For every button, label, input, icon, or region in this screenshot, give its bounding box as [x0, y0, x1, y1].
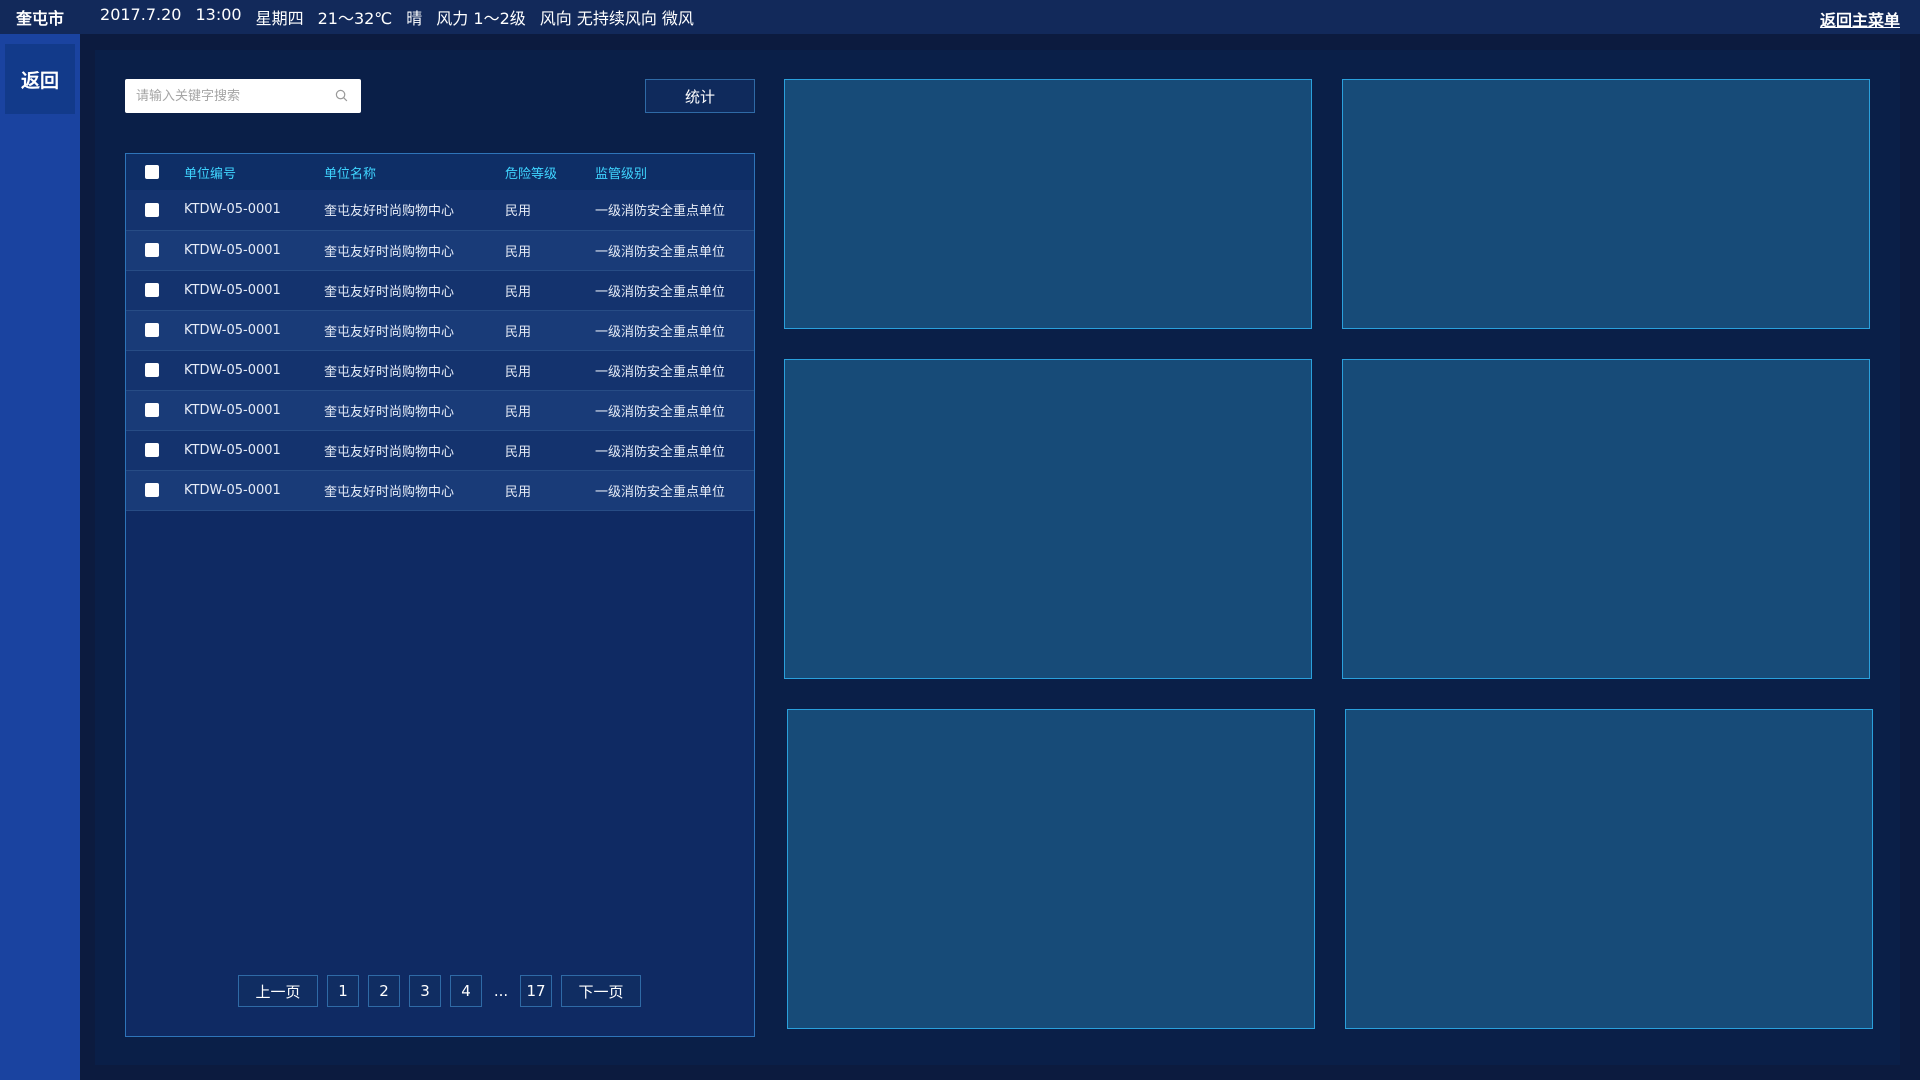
danger-level-cell: 民用	[505, 284, 532, 300]
next-page-button[interactable]: 下一页	[561, 975, 641, 1007]
table-row[interactable]: KTDW-05-0001 奎屯友好时尚购物中心 民用 一级消防安全重点单位	[126, 430, 754, 470]
statistics-button[interactable]: 统计	[645, 79, 755, 113]
search-icon[interactable]	[335, 89, 348, 102]
last-page-button[interactable]: 17	[520, 975, 552, 1007]
unit-name-cell: 奎屯友好时尚购物中心	[324, 404, 455, 420]
column-header-unit-id[interactable]: 单位编号	[184, 154, 324, 190]
video-panel-2[interactable]	[1342, 79, 1870, 329]
supervision-level-cell: 一级消防安全重点单位	[595, 404, 726, 420]
table-row[interactable]: KTDW-05-0001 奎屯友好时尚购物中心 民用 一级消防安全重点单位	[126, 350, 754, 390]
supervision-level-cell: 一级消防安全重点单位	[595, 484, 726, 500]
wind-force-text: 风力 1～2级	[436, 9, 526, 28]
unit-id-cell: KTDW-05-0001	[184, 482, 281, 498]
search-input[interactable]	[125, 79, 325, 113]
select-all-checkbox[interactable]	[145, 165, 159, 179]
danger-level-cell: 民用	[505, 484, 532, 500]
table-header-row: 单位编号 单位名称 危险等级 监管级别	[126, 154, 754, 190]
danger-level-cell: 民用	[505, 364, 532, 380]
row-checkbox[interactable]	[145, 363, 159, 377]
column-header-unit-name[interactable]: 单位名称	[324, 154, 505, 190]
column-header-danger-level[interactable]: 危险等级	[505, 154, 595, 190]
danger-level-cell: 民用	[505, 444, 532, 460]
unit-name-cell: 奎屯友好时尚购物中心	[324, 204, 455, 220]
row-checkbox[interactable]	[145, 283, 159, 297]
video-panel-6[interactable]	[1345, 709, 1873, 1029]
top-bar: 奎屯市 2017.7.20 13:00 星期四 21～32℃ 晴 风力 1～2级…	[0, 0, 1920, 34]
prev-page-button[interactable]: 上一页	[238, 975, 318, 1007]
danger-level-cell: 民用	[505, 324, 532, 340]
pagination: 上一页 1 2 3 4 ... 17 下一页	[238, 975, 650, 1007]
unit-name-cell: 奎屯友好时尚购物中心	[324, 484, 455, 500]
table-row[interactable]: KTDW-05-0001 奎屯友好时尚购物中心 民用 一级消防安全重点单位	[126, 270, 754, 310]
unit-name-cell: 奎屯友好时尚购物中心	[324, 364, 455, 380]
weekday-text: 星期四	[255, 9, 304, 28]
unit-name-cell: 奎屯友好时尚购物中心	[324, 324, 455, 340]
row-checkbox[interactable]	[145, 202, 159, 217]
time-text: 13:00	[195, 5, 242, 24]
row-checkbox[interactable]	[145, 243, 159, 257]
unit-id-cell: KTDW-05-0001	[184, 402, 281, 418]
back-main-menu-link[interactable]: 返回主菜单	[1820, 7, 1900, 31]
video-panel-3[interactable]	[784, 359, 1312, 679]
page-4-button[interactable]: 4	[450, 975, 482, 1007]
city-name: 奎屯市	[16, 9, 65, 28]
page-3-button[interactable]: 3	[409, 975, 441, 1007]
unit-id-cell: KTDW-05-0001	[184, 242, 281, 258]
unit-id-cell: KTDW-05-0001	[184, 202, 281, 218]
table-row[interactable]: KTDW-05-0001 奎屯友好时尚购物中心 民用 一级消防安全重点单位	[126, 230, 754, 270]
video-panel-4[interactable]	[1342, 359, 1870, 679]
unit-name-cell: 奎屯友好时尚购物中心	[324, 284, 455, 300]
video-panel-1[interactable]	[784, 79, 1312, 329]
unit-name-cell: 奎屯友好时尚购物中心	[324, 244, 455, 260]
table-row[interactable]: KTDW-05-0001 奎屯友好时尚购物中心 民用 一级消防安全重点单位	[126, 310, 754, 350]
video-panel-5[interactable]	[787, 709, 1315, 1029]
supervision-level-cell: 一级消防安全重点单位	[595, 444, 726, 460]
weather-info: 2017.7.20 13:00 星期四 21～32℃ 晴 风力 1～2级 风向 …	[100, 5, 708, 29]
table-row[interactable]: KTDW-05-0001 奎屯友好时尚购物中心 民用 一级消防安全重点单位	[126, 390, 754, 430]
supervision-level-cell: 一级消防安全重点单位	[595, 364, 726, 380]
unit-id-cell: KTDW-05-0001	[184, 282, 281, 298]
supervision-level-cell: 一级消防安全重点单位	[595, 244, 726, 260]
back-button[interactable]: 返回	[5, 44, 75, 114]
date-text: 2017.7.20	[100, 5, 182, 24]
search-box	[125, 79, 361, 113]
weather-text: 晴	[406, 9, 423, 28]
table-row[interactable]: KTDW-05-0001 奎屯友好时尚购物中心 民用 一级消防安全重点单位	[126, 470, 754, 510]
supervision-level-cell: 一级消防安全重点单位	[595, 204, 726, 220]
row-checkbox[interactable]	[145, 483, 159, 497]
table-row[interactable]: KTDW-05-0001 奎屯友好时尚购物中心 民用 一级消防安全重点单位	[126, 190, 754, 230]
supervision-level-cell: 一级消防安全重点单位	[595, 284, 726, 300]
row-checkbox[interactable]	[145, 443, 159, 457]
pagination-ellipsis: ...	[493, 982, 509, 1000]
danger-level-cell: 民用	[505, 204, 532, 220]
temperature-text: 21～32℃	[317, 9, 393, 28]
main-panel: 统计 单位编号 单位名称 危险等级 监管级别 KTDW-05-0001 奎屯友好…	[95, 50, 1900, 1065]
supervision-level-cell: 一级消防安全重点单位	[595, 324, 726, 340]
row-checkbox[interactable]	[145, 403, 159, 417]
unit-id-cell: KTDW-05-0001	[184, 442, 281, 458]
unit-table-panel: 单位编号 单位名称 危险等级 监管级别 KTDW-05-0001 奎屯友好时尚购…	[125, 153, 755, 1037]
danger-level-cell: 民用	[505, 404, 532, 420]
wind-direction-text: 风向 无持续风向 微风	[539, 9, 694, 28]
unit-id-cell: KTDW-05-0001	[184, 322, 281, 338]
unit-id-cell: KTDW-05-0001	[184, 362, 281, 378]
row-checkbox[interactable]	[145, 323, 159, 337]
danger-level-cell: 民用	[505, 244, 532, 260]
unit-table: 单位编号 单位名称 危险等级 监管级别 KTDW-05-0001 奎屯友好时尚购…	[126, 154, 754, 511]
unit-name-cell: 奎屯友好时尚购物中心	[324, 444, 455, 460]
sidebar: 返回	[0, 34, 80, 1080]
page-2-button[interactable]: 2	[368, 975, 400, 1007]
column-header-supervision-level[interactable]: 监管级别	[595, 154, 754, 190]
page-1-button[interactable]: 1	[327, 975, 359, 1007]
